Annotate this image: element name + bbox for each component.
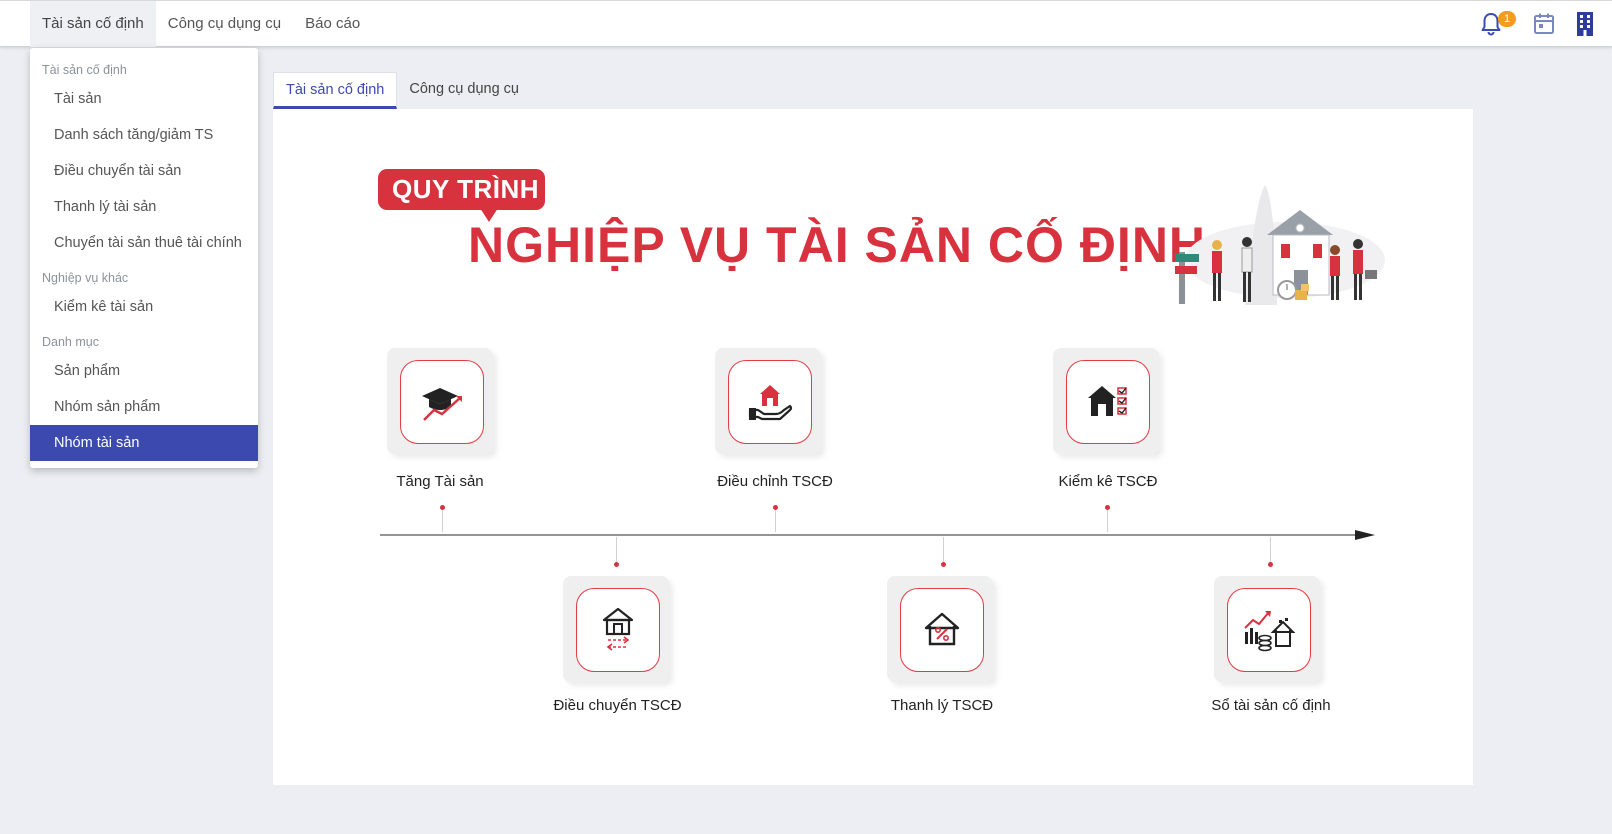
building-icon[interactable] <box>1573 11 1597 37</box>
dropdown-group-title: Nghiệp vụ khác <box>42 271 129 285</box>
timeline-axis <box>380 527 1375 540</box>
calendar-icon[interactable] <box>1532 11 1556 37</box>
step-label: Điều chuyển TSCĐ <box>553 697 682 714</box>
menu-item-asset-liquidation[interactable]: Thanh lý tài sản <box>30 189 258 225</box>
dropdown-group-title: Danh mục <box>42 335 99 349</box>
house-hand-icon <box>728 360 812 444</box>
connector-line <box>943 537 944 562</box>
top-bar: Tài sản cố định Công cụ dụng cụ Báo cáo … <box>0 0 1612 47</box>
house-percent-icon <box>900 588 984 672</box>
step-increase-assets[interactable] <box>387 348 493 454</box>
step-label: Tăng Tài sản <box>396 473 484 490</box>
house-checklist-icon <box>1066 360 1150 444</box>
process-pill: QUY TRÌNH <box>378 169 545 210</box>
connector-line <box>1270 537 1271 562</box>
content-tabs: Tài sản cố định Công cụ dụng cụ <box>273 72 531 109</box>
notification-badge: 1 <box>1498 11 1516 27</box>
connector-line <box>616 537 617 562</box>
graduation-growth-icon <box>400 360 484 444</box>
menu-item-assets[interactable]: Tài sản <box>30 81 258 117</box>
menu-item-products[interactable]: Sản phẩm <box>30 353 258 389</box>
step-adjust-assets[interactable] <box>715 348 821 454</box>
timeline-dot <box>1105 505 1110 510</box>
step-label: Điều chỉnh TSCĐ <box>717 473 833 490</box>
step-liquidate-assets[interactable] <box>887 576 993 682</box>
step-transfer-assets[interactable] <box>563 576 669 682</box>
step-label: Thanh lý TSCĐ <box>890 697 994 714</box>
connector-line <box>1107 508 1108 532</box>
timeline-dot <box>773 505 778 510</box>
menu-item-asset-transfer[interactable]: Điều chuyển tài sản <box>30 153 258 189</box>
process-title: NGHIỆP VỤ TÀI SẢN CỐ ĐỊNH <box>468 217 1207 273</box>
menu-item-asset-groups[interactable]: Nhóm tài sản <box>30 425 258 461</box>
dropdown-group-title: Tài sản cố định <box>42 63 127 77</box>
top-nav: Tài sản cố định Công cụ dụng cụ Báo cáo <box>30 1 372 47</box>
nav-reports[interactable]: Báo cáo <box>293 1 372 47</box>
connector-line <box>775 508 776 532</box>
fixed-assets-dropdown: Tài sản cố định Tài sản Danh sách tăng/g… <box>30 48 258 468</box>
connector-line <box>442 508 443 532</box>
timeline-dot <box>614 562 619 567</box>
menu-item-asset-changes[interactable]: Danh sách tăng/giảm TS <box>30 117 258 153</box>
tab-tools[interactable]: Công cụ dụng cụ <box>397 72 531 109</box>
nav-tools[interactable]: Công cụ dụng cụ <box>156 1 293 47</box>
tab-fixed-assets[interactable]: Tài sản cố định <box>273 72 398 109</box>
step-label: Kiểm kê TSCĐ <box>1058 473 1158 490</box>
menu-item-inventory[interactable]: Kiểm kê tài sản <box>30 289 258 325</box>
timeline-dot <box>1268 562 1273 567</box>
house-people-illustration <box>1173 180 1390 310</box>
timeline-dot <box>941 562 946 567</box>
nav-fixed-assets[interactable]: Tài sản cố định <box>30 1 156 47</box>
asset-ledger-icon <box>1227 588 1311 672</box>
timeline-dot <box>440 505 445 510</box>
step-asset-ledger[interactable] <box>1214 576 1320 682</box>
step-label: Sổ tài sản cố định <box>1211 697 1331 714</box>
menu-item-finance-lease[interactable]: Chuyển tài sản thuê tài chính <box>30 225 258 261</box>
house-transfer-icon <box>576 588 660 672</box>
step-inventory-assets[interactable] <box>1053 348 1159 454</box>
menu-item-product-groups[interactable]: Nhóm sản phẩm <box>30 389 258 425</box>
